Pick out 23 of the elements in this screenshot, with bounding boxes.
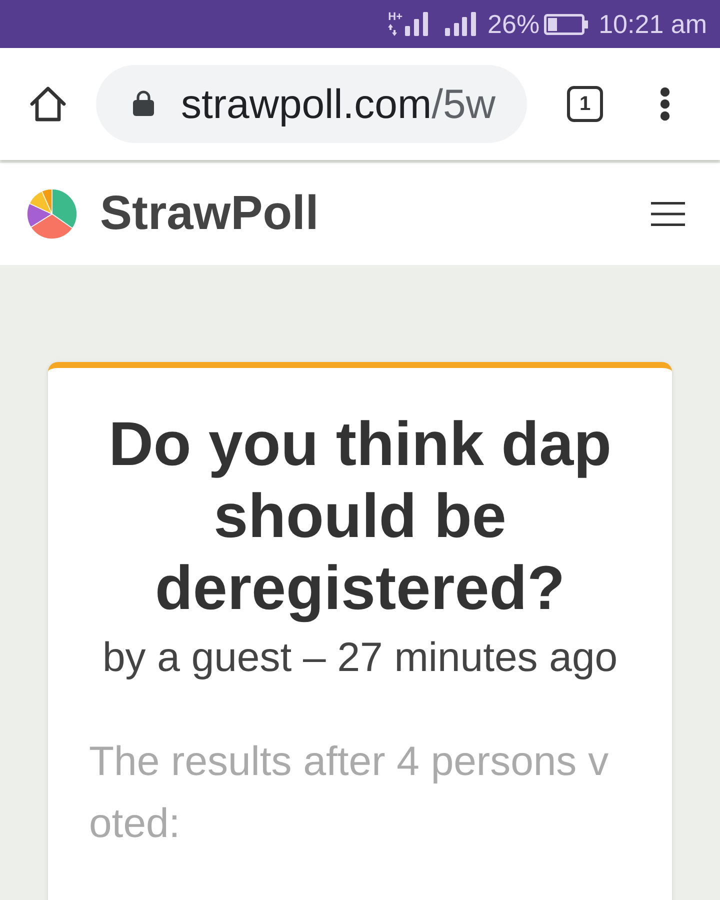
home-button[interactable] <box>29 85 67 123</box>
tab-switcher-button[interactable]: 1 <box>567 86 603 122</box>
address-bar[interactable]: strawpoll.com/5w <box>96 65 527 143</box>
clock-time: 10:21 am <box>598 9 707 39</box>
home-icon <box>29 85 67 123</box>
network-type-label: H+ <box>388 12 403 23</box>
menu-icon <box>651 202 685 226</box>
data-arrows-icon <box>388 24 398 36</box>
pie-chart-logo-icon <box>26 188 78 240</box>
battery-percent: 26% <box>488 9 540 39</box>
logo-link[interactable]: StrawPoll <box>26 186 319 242</box>
more-icon <box>659 86 671 122</box>
results-intro: The results after 4 persons voted: <box>89 737 610 848</box>
battery-icon <box>544 14 588 34</box>
poll-question: Do you think dap should be deregistered? <box>108 409 612 625</box>
signal-icon <box>444 12 476 36</box>
menu-button[interactable] <box>659 86 671 122</box>
logo-text: StrawPoll <box>100 186 319 242</box>
menu-button[interactable] <box>651 202 685 226</box>
url-text: strawpoll.com/5w <box>181 80 496 128</box>
lock-icon <box>133 90 154 116</box>
signal-icon <box>404 12 429 36</box>
poll-byline: by a guest – 27 minutes ago <box>101 633 619 682</box>
